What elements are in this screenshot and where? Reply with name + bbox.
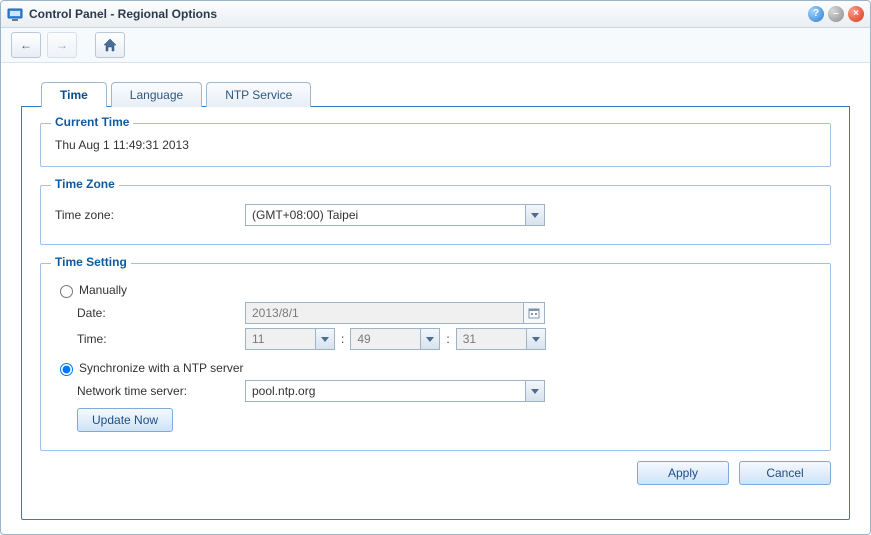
chevron-down-icon	[315, 329, 334, 349]
date-value: 2013/8/1	[246, 306, 523, 320]
forward-button[interactable]: →	[47, 32, 77, 58]
window: Control Panel - Regional Options ? – × ←…	[0, 0, 871, 535]
time-separator: :	[446, 332, 449, 346]
title-bar: Control Panel - Regional Options ? – ×	[1, 1, 870, 28]
chevron-down-icon	[420, 329, 439, 349]
arrow-left-icon: ←	[20, 38, 32, 52]
home-icon	[103, 38, 117, 52]
date-label: Date:	[77, 306, 245, 320]
window-controls: ? – ×	[808, 6, 864, 22]
ntp-server-value: pool.ntp.org	[246, 384, 525, 398]
second-select[interactable]: 31	[456, 328, 546, 350]
timezone-label: Time zone:	[55, 208, 245, 222]
help-button[interactable]: ?	[808, 6, 824, 22]
content-area: Time Language NTP Service Current Time T…	[1, 63, 870, 534]
arrow-right-icon: →	[56, 38, 68, 52]
tab-panel-time: Current Time Thu Aug 1 11:49:31 2013 Tim…	[21, 106, 850, 520]
date-field[interactable]: 2013/8/1	[245, 302, 545, 324]
legend-time-zone: Time Zone	[51, 177, 119, 191]
toolbar: ← →	[1, 28, 870, 63]
chevron-down-icon	[525, 205, 544, 225]
tab-ntp-service[interactable]: NTP Service	[206, 82, 311, 107]
radio-ntp[interactable]	[60, 363, 73, 376]
legend-time-setting: Time Setting	[51, 255, 131, 269]
minute-select[interactable]: 49	[350, 328, 440, 350]
ntp-server-combo[interactable]: pool.ntp.org	[245, 380, 545, 402]
cancel-button[interactable]: Cancel	[739, 461, 831, 485]
tab-language[interactable]: Language	[111, 82, 202, 107]
calendar-icon	[523, 303, 544, 323]
second-value: 31	[457, 332, 526, 346]
back-button[interactable]: ←	[11, 32, 41, 58]
legend-current-time: Current Time	[51, 115, 133, 129]
time-separator: :	[341, 332, 344, 346]
app-icon	[7, 6, 23, 22]
hour-select[interactable]: 11	[245, 328, 335, 350]
minimize-button[interactable]: –	[828, 6, 844, 22]
group-time-setting: Time Setting Manually Date: 2013/8/1	[40, 263, 831, 451]
manually-label: Manually	[79, 283, 127, 297]
apply-button[interactable]: Apply	[637, 461, 729, 485]
group-current-time: Current Time Thu Aug 1 11:49:31 2013	[40, 123, 831, 167]
timezone-select[interactable]: (GMT+08:00) Taipei	[245, 204, 545, 226]
timezone-value: (GMT+08:00) Taipei	[246, 208, 525, 222]
minute-value: 49	[351, 332, 420, 346]
window-title: Control Panel - Regional Options	[29, 7, 808, 21]
footer-buttons: Apply Cancel	[40, 461, 831, 485]
close-button[interactable]: ×	[848, 6, 864, 22]
current-time-value: Thu Aug 1 11:49:31 2013	[55, 138, 816, 152]
home-button[interactable]	[95, 32, 125, 58]
chevron-down-icon	[526, 329, 545, 349]
group-time-zone: Time Zone Time zone: (GMT+08:00) Taipei	[40, 185, 831, 245]
update-now-button[interactable]: Update Now	[77, 408, 173, 432]
ntp-sync-label: Synchronize with a NTP server	[79, 361, 244, 375]
ntp-server-label: Network time server:	[77, 384, 245, 398]
hour-value: 11	[246, 332, 315, 346]
time-label: Time:	[77, 332, 245, 346]
radio-manually[interactable]	[60, 285, 73, 298]
tab-strip: Time Language NTP Service	[41, 81, 850, 106]
chevron-down-icon	[525, 381, 544, 401]
tab-time[interactable]: Time	[41, 82, 107, 107]
